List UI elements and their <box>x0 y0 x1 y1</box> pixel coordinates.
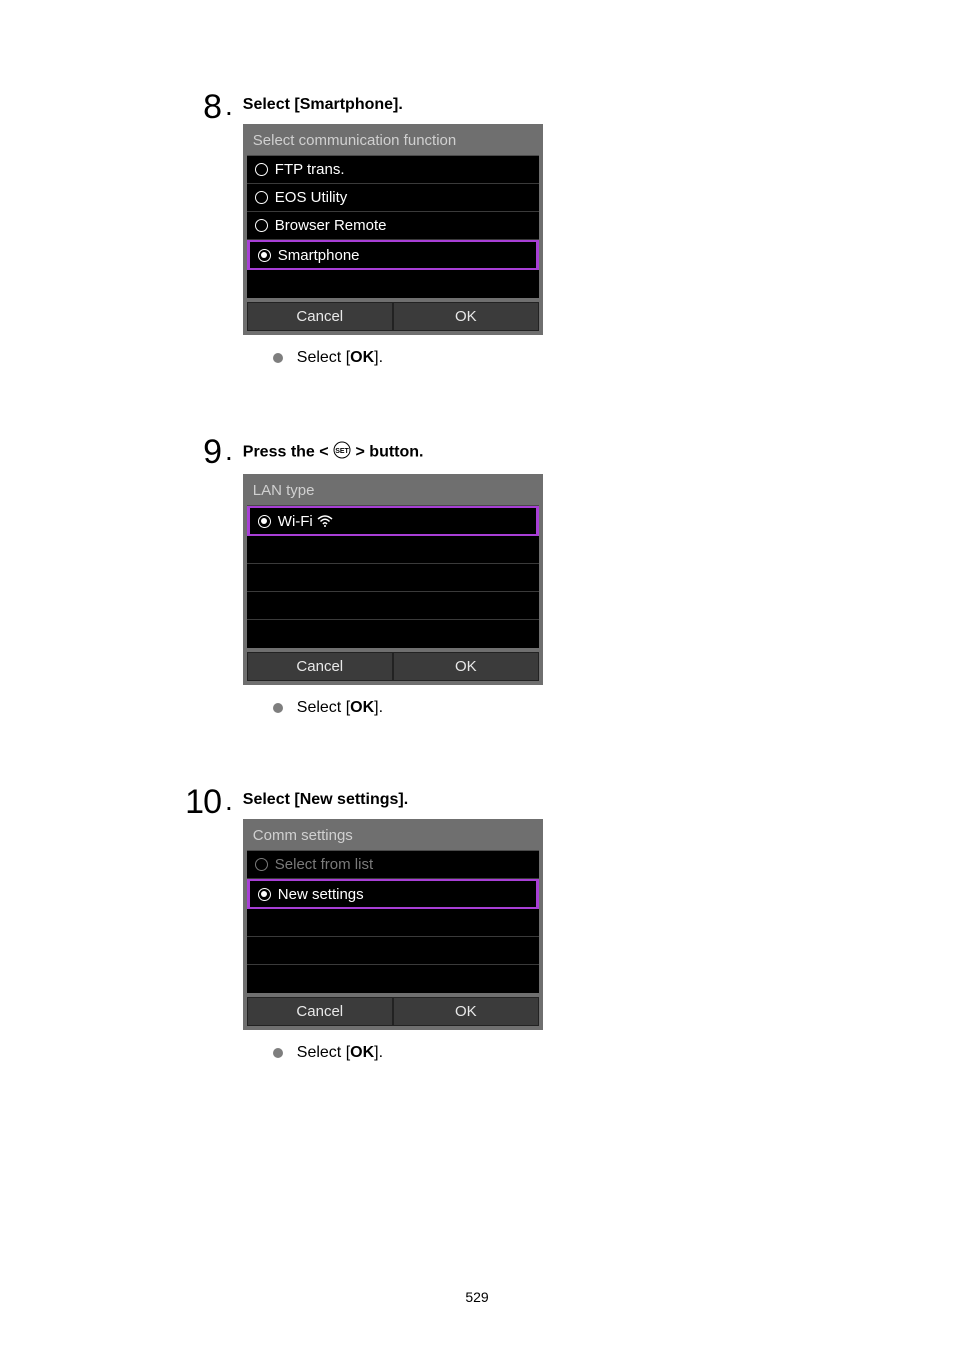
screen-list: FTP trans. EOS Utility Browser Remote Sm… <box>247 155 539 298</box>
radio-icon <box>258 249 271 262</box>
sub-bold: OK <box>350 349 374 366</box>
step-number-dot: . <box>225 435 233 467</box>
title-post: ]. <box>393 96 403 113</box>
camera-screenshot: Comm settings Select from list New setti… <box>243 819 543 1030</box>
empty-row <box>247 965 539 993</box>
option-new-settings[interactable]: New settings <box>247 879 539 909</box>
camera-screenshot: Select communication function FTP trans.… <box>243 124 543 335</box>
screen-footer: Cancel OK <box>247 652 539 681</box>
option-ftp[interactable]: FTP trans. <box>247 156 539 184</box>
empty-row <box>247 620 539 648</box>
step-9: 9 . Press the < SET > button. LAN type W… <box>0 435 954 725</box>
option-label: Wi-Fi <box>278 513 313 530</box>
sub-post: ]. <box>374 1044 383 1061</box>
ok-button[interactable]: OK <box>393 652 539 681</box>
radio-icon <box>258 888 271 901</box>
sub-post: ]. <box>374 699 383 716</box>
option-label: Smartphone <box>278 247 360 264</box>
title-post: ]. <box>398 791 408 808</box>
sub-pre: Select [ <box>297 1044 350 1061</box>
empty-row <box>247 270 539 298</box>
step-body: Select [New settings]. Comm settings Sel… <box>243 785 543 1070</box>
sub-text: Select [OK]. <box>297 1044 383 1062</box>
step-10: 10 . Select [New settings]. Comm setting… <box>0 785 954 1070</box>
option-browser-remote[interactable]: Browser Remote <box>247 212 539 240</box>
step-8: 8 . Select [Smartphone]. Select communic… <box>0 90 954 375</box>
ok-button[interactable]: OK <box>393 997 539 1026</box>
screen-title: Comm settings <box>247 823 539 850</box>
radio-icon <box>255 163 268 176</box>
title-pre: Press the < <box>243 444 333 461</box>
bullet-icon <box>273 1048 283 1058</box>
empty-row <box>247 564 539 592</box>
radio-icon <box>258 515 271 528</box>
option-label: FTP trans. <box>275 161 345 178</box>
step-title: Press the < SET > button. <box>243 441 543 464</box>
sub-text: Select [OK]. <box>297 349 383 367</box>
step-number: 8 <box>165 90 221 124</box>
radio-icon <box>255 858 268 871</box>
empty-row <box>247 937 539 965</box>
title-post: > button. <box>351 444 423 461</box>
option-label: EOS Utility <box>275 189 348 206</box>
radio-icon <box>255 219 268 232</box>
step-body: Press the < SET > button. LAN type Wi-Fi <box>243 435 543 725</box>
empty-row <box>247 909 539 937</box>
option-label: Browser Remote <box>275 217 387 234</box>
wifi-icon <box>317 515 333 527</box>
camera-screenshot: LAN type Wi-Fi <box>243 474 543 685</box>
screen-list: Wi-Fi <box>247 505 539 648</box>
option-select-from-list[interactable]: Select from list <box>247 851 539 879</box>
cancel-button[interactable]: Cancel <box>247 997 393 1026</box>
step-number: 9 <box>165 435 221 469</box>
sub-bullets: Select [OK]. <box>243 699 543 717</box>
set-button-icon: SET <box>333 441 351 464</box>
sub-post: ]. <box>374 349 383 366</box>
step-number-dot: . <box>225 785 233 817</box>
bullet-icon <box>273 703 283 713</box>
svg-text:SET: SET <box>335 448 349 455</box>
sub-pre: Select [ <box>297 699 350 716</box>
radio-icon <box>255 191 268 204</box>
manual-page: 8 . Select [Smartphone]. Select communic… <box>0 0 954 1345</box>
option-label: New settings <box>278 886 364 903</box>
step-number-dot: . <box>225 90 233 122</box>
sub-bold: OK <box>350 1044 374 1061</box>
sub-bullet: Select [OK]. <box>273 699 543 717</box>
step-title: Select [New settings]. <box>243 791 543 809</box>
option-label: Select from list <box>275 856 373 873</box>
screen-title: LAN type <box>247 478 539 505</box>
option-eos-utility[interactable]: EOS Utility <box>247 184 539 212</box>
screen-footer: Cancel OK <box>247 302 539 331</box>
page-number: 529 <box>0 1289 954 1305</box>
step-number: 10 <box>165 785 221 819</box>
sub-bullet: Select [OK]. <box>273 1044 543 1062</box>
screen-list: Select from list New settings <box>247 850 539 993</box>
option-smartphone[interactable]: Smartphone <box>247 240 539 270</box>
cancel-button[interactable]: Cancel <box>247 302 393 331</box>
title-bold: New settings <box>300 791 399 808</box>
cancel-button[interactable]: Cancel <box>247 652 393 681</box>
sub-bullets: Select [OK]. <box>243 1044 543 1062</box>
empty-row <box>247 592 539 620</box>
title-pre: Select [ <box>243 791 300 808</box>
ok-button[interactable]: OK <box>393 302 539 331</box>
step-title: Select [Smartphone]. <box>243 96 543 114</box>
sub-text: Select [OK]. <box>297 699 383 717</box>
title-bold: Smartphone <box>300 96 393 113</box>
sub-bold: OK <box>350 699 374 716</box>
sub-bullet: Select [OK]. <box>273 349 543 367</box>
screen-title: Select communication function <box>247 128 539 155</box>
bullet-icon <box>273 353 283 363</box>
sub-bullets: Select [OK]. <box>243 349 543 367</box>
title-pre: Select [ <box>243 96 300 113</box>
option-wifi[interactable]: Wi-Fi <box>247 506 539 536</box>
empty-row <box>247 536 539 564</box>
sub-pre: Select [ <box>297 349 350 366</box>
step-body: Select [Smartphone]. Select communicatio… <box>243 90 543 375</box>
screen-footer: Cancel OK <box>247 997 539 1026</box>
